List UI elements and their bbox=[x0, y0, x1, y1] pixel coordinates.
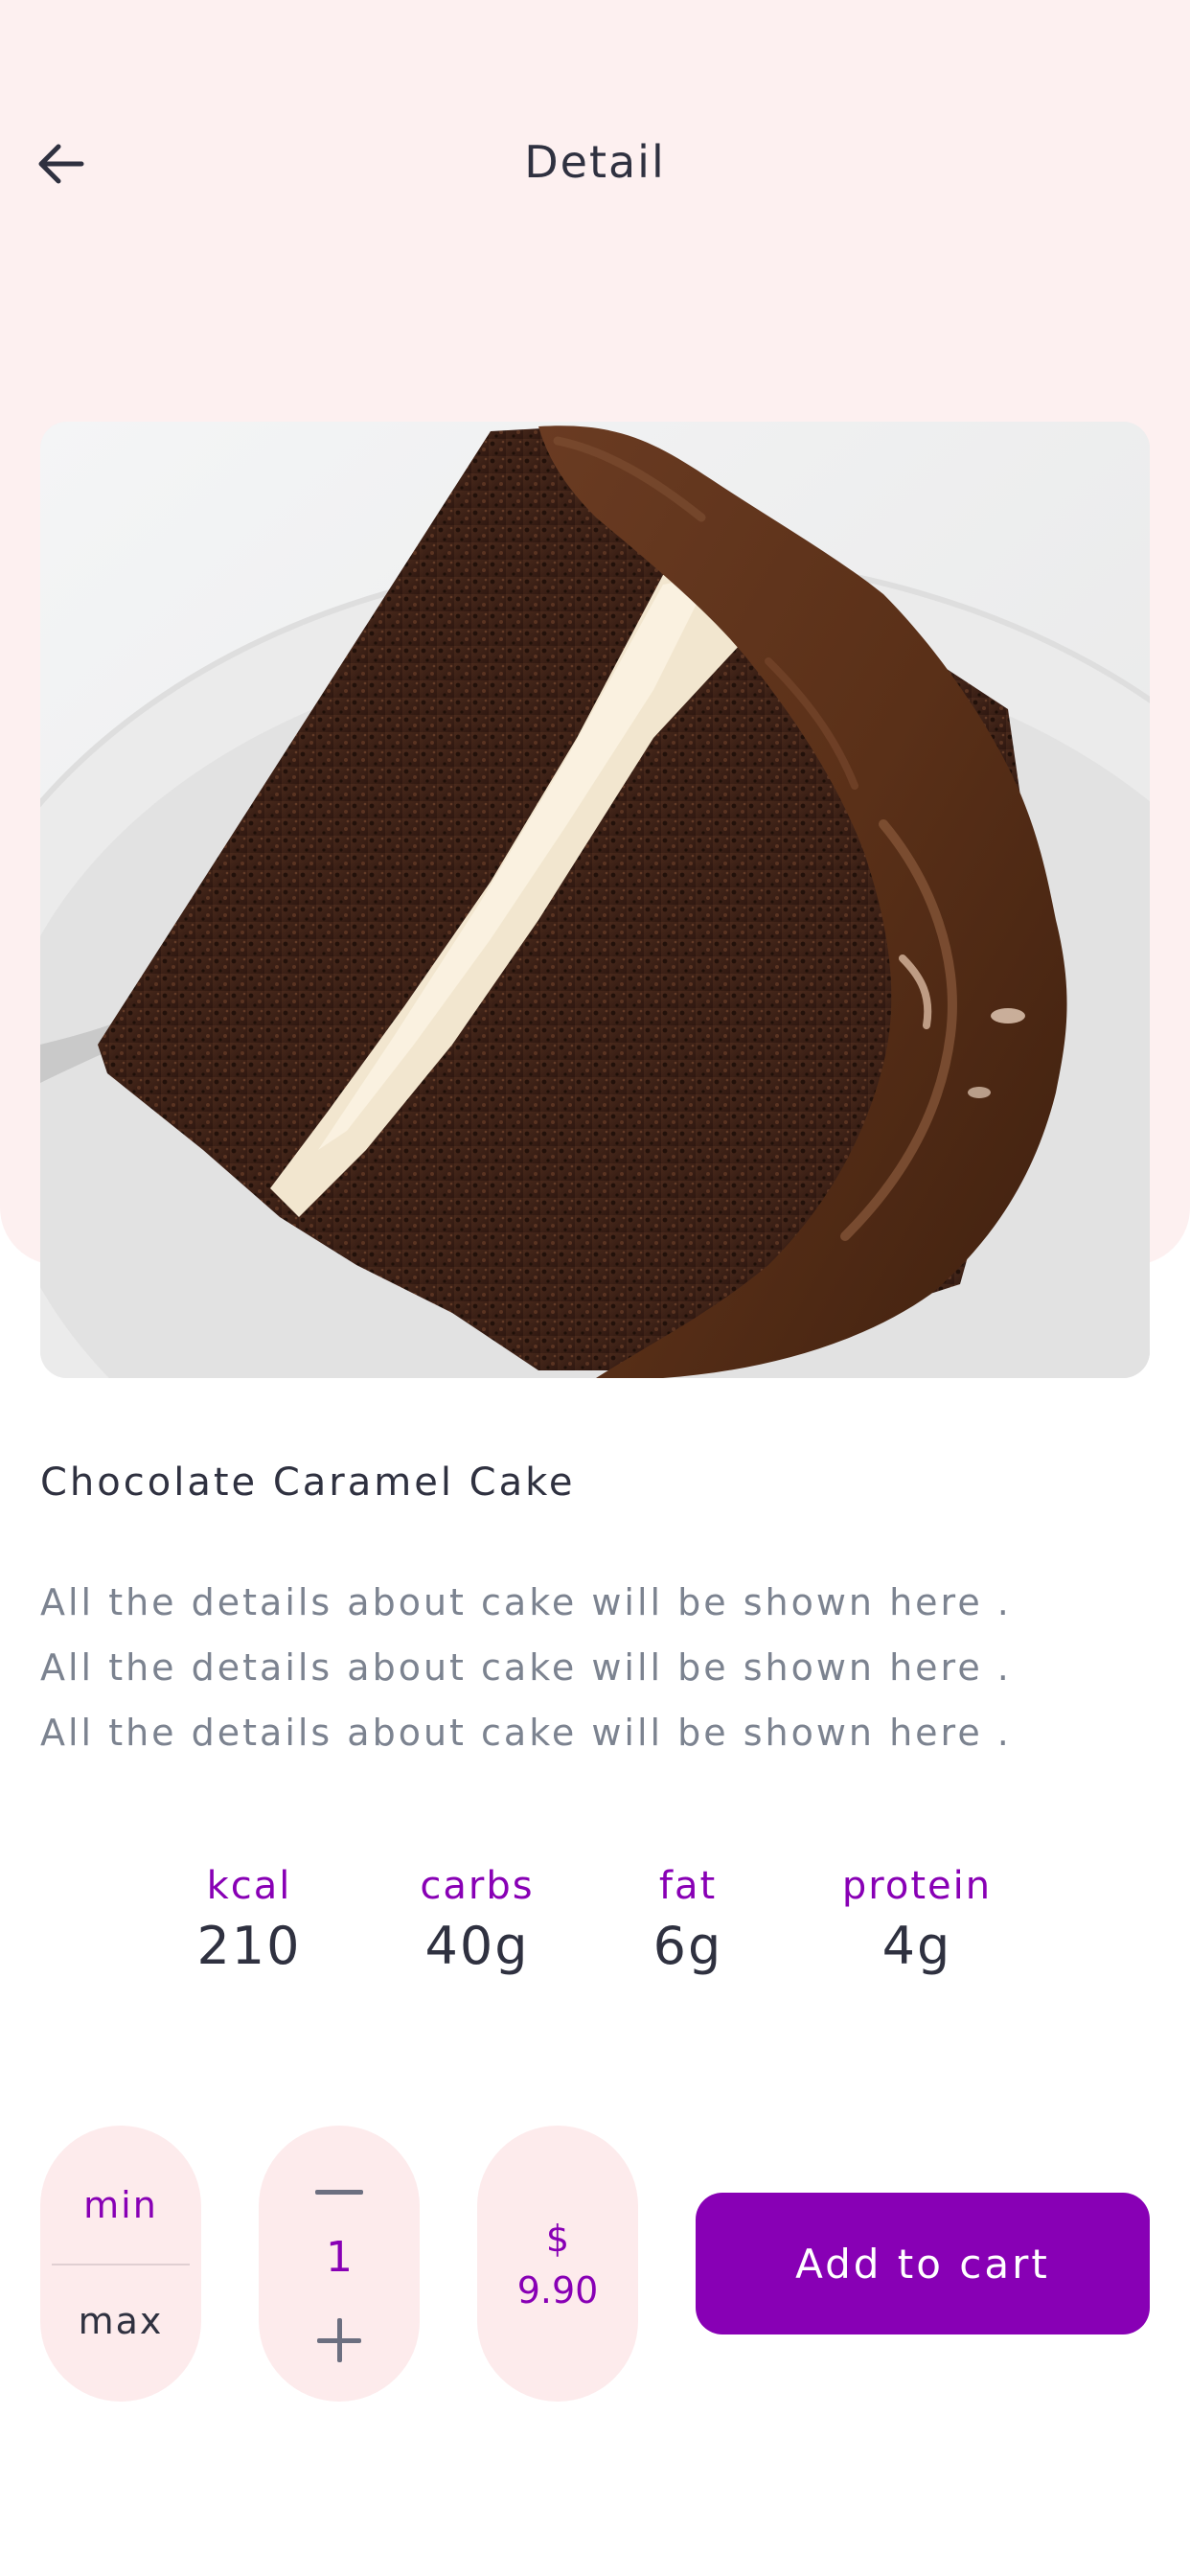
nutrition-carbs: carbs 40g bbox=[372, 1859, 583, 1980]
price-value: 9.90 bbox=[516, 2269, 599, 2312]
cake-photo bbox=[40, 422, 1150, 1378]
nutrition-value: 6g bbox=[652, 1916, 723, 1976]
quantity-value: 1 bbox=[326, 2233, 353, 2282]
detail-screen: Detail Chocolate Caramel Cake All the de… bbox=[0, 0, 1190, 2576]
minus-icon bbox=[315, 2183, 363, 2201]
nutrition-label: fat bbox=[658, 1864, 718, 1908]
nutrition-value: 40g bbox=[424, 1916, 530, 1976]
description-line: All the details about cake will be shown… bbox=[40, 1712, 1012, 1754]
quantity-stepper: 1 bbox=[259, 2126, 420, 2402]
price-badge: $ 9.90 bbox=[477, 2126, 638, 2402]
max-option[interactable]: max bbox=[40, 2266, 201, 2402]
description-line: All the details about cake will be shown… bbox=[40, 1581, 1012, 1623]
nutrition-value: 210 bbox=[196, 1916, 302, 1976]
price-currency: $ bbox=[545, 2218, 570, 2260]
plus-icon bbox=[317, 2318, 361, 2366]
min-max-toggle: min max bbox=[40, 2126, 201, 2402]
nutrition-label: kcal bbox=[206, 1864, 292, 1908]
nutrition-label: protein bbox=[841, 1864, 993, 1908]
product-description: All the details about cake will be shown… bbox=[40, 1570, 1142, 1765]
description-line: All the details about cake will be shown… bbox=[40, 1646, 1012, 1689]
nutrition-value: 4g bbox=[881, 1916, 952, 1976]
decrease-button[interactable] bbox=[291, 2168, 387, 2216]
increase-button[interactable] bbox=[291, 2313, 387, 2371]
min-option[interactable]: min bbox=[40, 2126, 201, 2264]
nutrition-protein: protein 4g bbox=[812, 1859, 1022, 1980]
nutrition-fat: fat 6g bbox=[583, 1859, 793, 1980]
nutrition-label: carbs bbox=[420, 1864, 535, 1908]
nutrition-kcal: kcal 210 bbox=[144, 1859, 355, 1980]
add-to-cart-button[interactable]: Add to cart bbox=[696, 2193, 1150, 2334]
page-title: Detail bbox=[524, 136, 666, 188]
product-name: Chocolate Caramel Cake bbox=[40, 1460, 576, 1505]
nutrition-facts: kcal 210 carbs 40g fat 6g protein 4g bbox=[0, 1859, 1190, 1984]
